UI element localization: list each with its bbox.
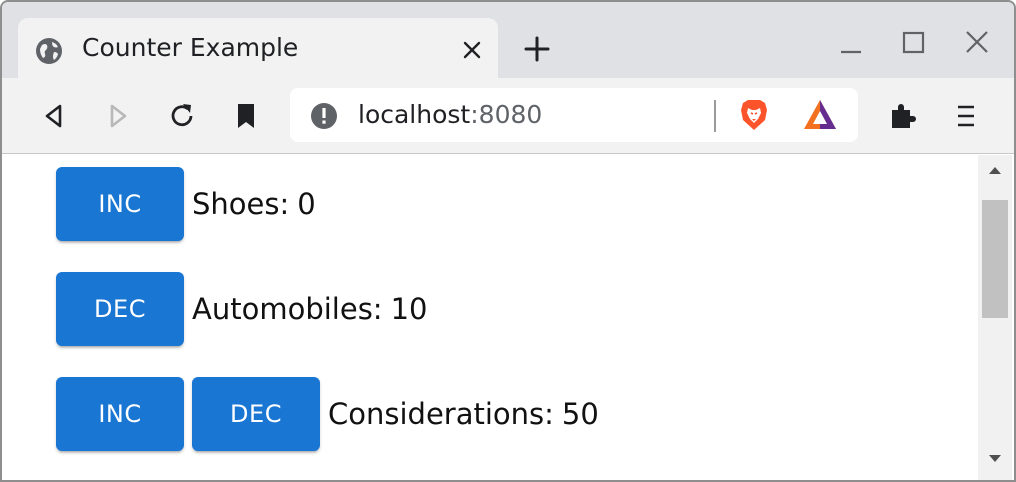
info-icon[interactable] xyxy=(310,102,338,130)
inc-button[interactable]: INC xyxy=(56,377,184,451)
counter-value: 10 xyxy=(390,292,428,326)
counter-text: Shoes: 0 xyxy=(192,187,316,221)
dec-button[interactable]: DEC xyxy=(56,272,184,346)
tab-counter-example[interactable]: Counter Example xyxy=(18,18,498,78)
tab-title: Counter Example xyxy=(82,33,299,62)
url-port: :8080 xyxy=(470,100,543,129)
counter-value: 50 xyxy=(561,397,599,431)
scroll-up-arrow-icon[interactable] xyxy=(987,163,1003,179)
reload-icon[interactable] xyxy=(166,100,198,132)
address-bar-divider xyxy=(714,100,716,132)
bookmark-icon[interactable] xyxy=(230,100,262,132)
plus-icon[interactable] xyxy=(522,34,552,64)
counter-row-considerations: INC DEC Considerations: 50 xyxy=(56,377,599,451)
brave-lion-icon[interactable] xyxy=(738,98,770,132)
hamburger-menu-icon[interactable] xyxy=(950,100,982,132)
globe-icon xyxy=(36,38,62,64)
page-content: INC Shoes: 0 DEC Automobiles: 10 INC DEC C… xyxy=(2,155,978,480)
counter-label: Shoes: xyxy=(192,187,290,221)
counter-text: Automobiles: 10 xyxy=(192,292,427,326)
url-text[interactable]: localhost:8080 xyxy=(358,100,542,129)
dec-button[interactable]: DEC xyxy=(192,377,320,451)
scroll-down-arrow-icon[interactable] xyxy=(987,450,1003,466)
puzzle-icon[interactable] xyxy=(886,100,918,132)
counter-text: Considerations: 50 xyxy=(328,397,599,431)
url-host: localhost xyxy=(358,100,471,129)
window-close-icon[interactable] xyxy=(962,28,992,58)
address-bar[interactable]: localhost:8080 xyxy=(290,88,858,142)
vertical-scrollbar[interactable] xyxy=(978,155,1012,480)
inc-button[interactable]: INC xyxy=(56,167,184,241)
counter-row-shoes: INC Shoes: 0 xyxy=(56,167,316,241)
counter-value: 0 xyxy=(297,187,316,221)
close-icon[interactable] xyxy=(460,38,484,62)
forward-icon[interactable] xyxy=(102,100,134,132)
tab-strip: Counter Example xyxy=(2,2,1014,78)
toolbar: localhost:8080 xyxy=(2,78,1014,154)
scrollbar-thumb[interactable] xyxy=(982,200,1008,318)
counter-label: Considerations: xyxy=(328,397,554,431)
counter-row-automobiles: DEC Automobiles: 10 xyxy=(56,272,427,346)
rewards-triangle-icon[interactable] xyxy=(802,98,838,132)
minimize-icon[interactable] xyxy=(836,28,866,58)
back-icon[interactable] xyxy=(38,100,70,132)
browser-window: Counter Example localhost:8080 INC Shoes… xyxy=(0,0,1016,482)
maximize-icon[interactable] xyxy=(898,28,928,58)
counter-label: Automobiles: xyxy=(192,292,383,326)
